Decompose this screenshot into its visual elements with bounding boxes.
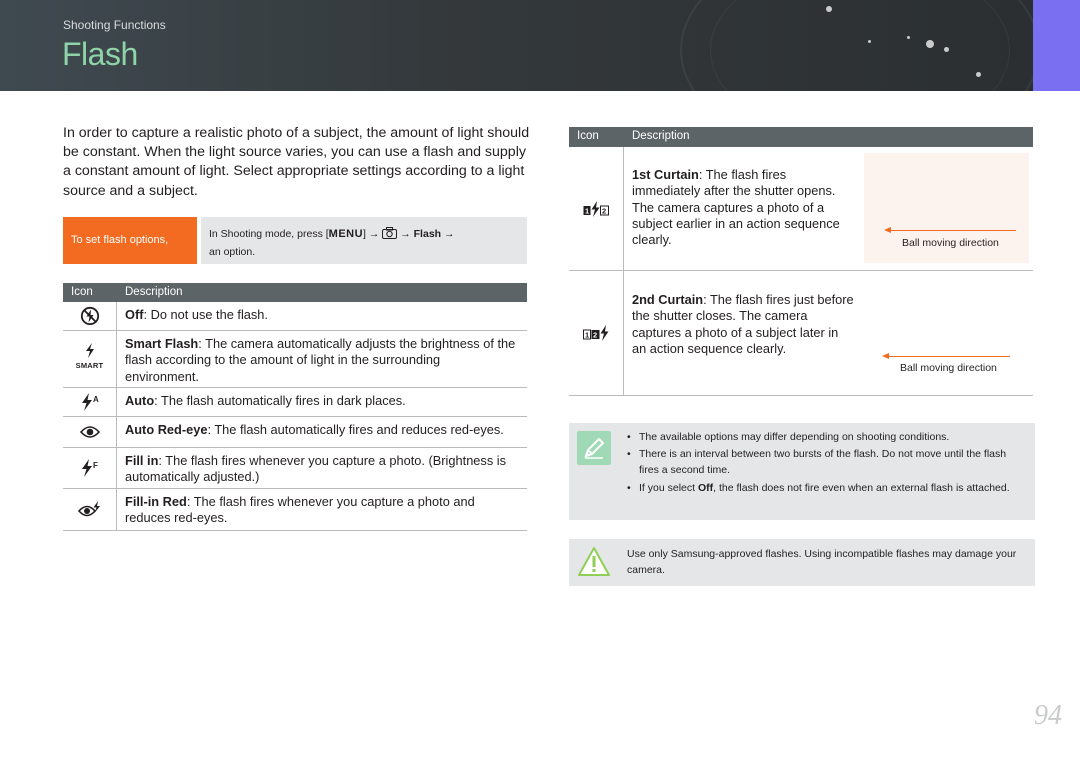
howto-label: To set flash options,: [63, 217, 197, 264]
list-item: If you select Off, the flash does not fi…: [627, 480, 1022, 497]
section-label: Shooting Functions: [63, 18, 166, 32]
svg-text:1: 1: [585, 206, 589, 215]
table-row: A Auto: The flash automatically fires in…: [63, 388, 527, 417]
flash-options-table: Icon Description Off: Do not use the fla…: [63, 283, 527, 531]
table-header: Icon Description: [569, 127, 1033, 147]
smart-flash-icon: SMART: [63, 331, 117, 387]
fill-in-red-eye-icon: [63, 489, 117, 530]
svg-text:F: F: [93, 461, 98, 470]
table-header: Icon Description: [63, 283, 527, 302]
howto-box: To set flash options, In Shooting mode, …: [63, 217, 527, 264]
direction-arrow-icon: [884, 227, 1016, 233]
chapter-tab[interactable]: [1033, 0, 1080, 91]
warning-icon: [577, 545, 611, 579]
svg-text:1: 1: [585, 331, 589, 340]
col-desc-header: Description: [632, 130, 690, 142]
camera-icon: [382, 227, 398, 244]
col-icon-header: Icon: [71, 286, 93, 298]
pencil-note-icon: [577, 431, 611, 465]
svg-text:2: 2: [593, 331, 597, 340]
flash-off-icon: [63, 302, 117, 330]
sparkle: [926, 40, 934, 48]
svg-text:2: 2: [602, 206, 606, 215]
howto-instructions: In Shooting mode, press [MENU] → → Flash…: [201, 217, 527, 264]
table-row: Auto Red-eye: The flash automatically fi…: [63, 417, 527, 448]
second-curtain-icon: 12: [569, 271, 624, 395]
ball-motion-illustration: Ball moving direction: [862, 285, 1027, 395]
warning-text: Use only Samsung-approved flashes. Using…: [627, 548, 1017, 576]
table-row: F Fill in: The flash fires whenever you …: [63, 448, 527, 489]
page-header: Shooting Functions Flash: [0, 0, 1080, 91]
list-item: The available options may differ dependi…: [627, 429, 1022, 446]
header-decoration: [710, 0, 1010, 91]
sparkle: [826, 6, 832, 12]
sparkle: [976, 72, 981, 77]
fill-in-flash-icon: F: [63, 448, 117, 488]
col-icon-header: Icon: [577, 130, 599, 142]
table-row: Fill-in Red: The flash fires whenever yo…: [63, 489, 527, 531]
direction-arrow-icon: [882, 353, 1010, 359]
page-title: Flash: [62, 36, 138, 72]
page-number: 94: [1034, 700, 1062, 731]
warning-box: Use only Samsung-approved flashes. Using…: [569, 539, 1035, 586]
col-desc-header: Description: [125, 286, 183, 298]
table-row: SMART Smart Flash: The camera automatica…: [63, 331, 527, 388]
note-list: The available options may differ dependi…: [627, 429, 1022, 496]
table-row: Off: Do not use the flash.: [63, 302, 527, 331]
sparkle: [907, 36, 910, 39]
red-eye-icon: [63, 417, 117, 447]
first-curtain-icon: 12: [569, 147, 624, 270]
table-row: 12 1st Curtain: The flash fires immediat…: [569, 147, 1033, 271]
table-row: 12 2nd Curtain: The flash fires just bef…: [569, 271, 1033, 396]
sparkle: [868, 40, 871, 43]
sparkle: [944, 47, 949, 52]
flash-auto-icon: A: [63, 388, 117, 416]
menu-button-icon: MENU: [328, 228, 364, 240]
svg-text:A: A: [93, 395, 99, 404]
note-box: The available options may differ dependi…: [569, 423, 1035, 520]
list-item: There is an interval between two bursts …: [627, 446, 1022, 479]
intro-paragraph: In order to capture a realistic photo of…: [63, 125, 530, 199]
curtain-options-table: Icon Description 12 1st Curtain: The fla…: [569, 127, 1033, 396]
ball-motion-illustration: Ball moving direction: [864, 153, 1029, 263]
